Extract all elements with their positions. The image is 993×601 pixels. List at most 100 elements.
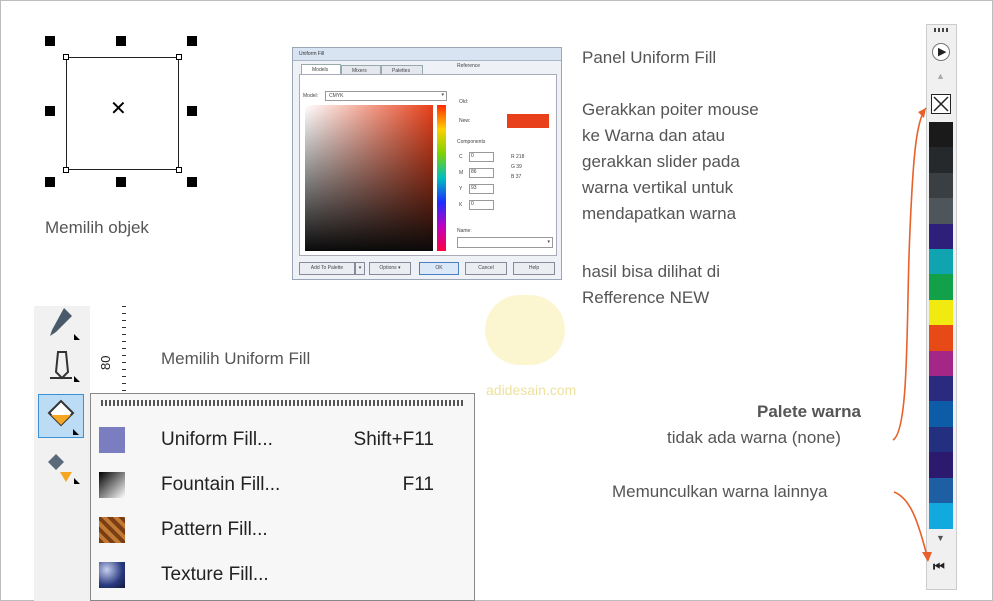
rgb-value: 37 [515,174,522,180]
flyout-drag-handle[interactable] [101,400,463,406]
outline-pen-icon [50,351,80,382]
rgb-key: R [511,154,515,160]
watermark-text: adidesain.com [486,382,577,398]
selection-handle[interactable] [116,177,126,187]
color-slider[interactable] [437,105,446,251]
selection-handle[interactable] [187,177,197,187]
help-button[interactable]: Help [513,262,555,275]
palette-annotation-title: Palete warna [757,402,861,421]
arrow-to-more-button [893,491,929,561]
color-field[interactable] [305,105,433,251]
menu-item-label: Pattern Fill... [161,519,268,540]
vertical-ruler: 80 [92,306,132,392]
add-to-palette-button[interactable]: Add To Palette [299,262,355,275]
button-label: Cancel [478,265,494,271]
corner-node [63,167,69,173]
model-select[interactable]: CMYK ▾ [325,91,447,101]
rgb-r: R 218 [511,154,524,160]
annotation-arrows [892,107,932,562]
magenta-row[interactable]: M 86 [459,168,499,178]
rgb-g: G 39 [511,164,522,170]
menu-item-shortcut: F11 [402,474,434,495]
menu-item-uniform-fill[interactable]: Uniform Fill... Shift+F11 [91,421,474,461]
uniform-fill-icon [99,427,125,453]
component-value: 0 [469,152,494,162]
button-label: Add To Palette [310,265,344,271]
palette-annotation-none: tidak ada warna (none) [667,428,841,447]
dialog-title: Uniform Fill [299,51,325,57]
instruction-line: mendapatkan warna [582,204,737,223]
selection-handle[interactable] [45,36,55,46]
corner-node [63,54,69,60]
chevron-down-icon: ▾ [547,239,550,245]
black-row[interactable]: K 0 [459,200,499,210]
eyedropper-icon [50,308,80,340]
menu-item-label: Texture Fill... [161,564,269,585]
selection-handle[interactable] [45,177,55,187]
name-combo[interactable]: ▾ [457,237,553,248]
uniform-fill-dialog: Uniform Fill Models Mixers Palettes Mode… [292,47,562,280]
rgb-value: 218 [516,154,525,160]
panel-title: Panel Uniform Fill [582,48,717,67]
palette-annotation-more: Memunculkan warna lainnya [612,482,828,501]
interactive-fill-icon [48,454,80,484]
instruction-line: Gerakkan poiter mouse [582,100,759,119]
tab-label: Models [312,67,329,73]
cancel-button[interactable]: Cancel [465,262,507,275]
chevron-down-icon: ▾ [441,92,444,98]
component-key: M [459,170,464,176]
result-line: Refference NEW [582,288,710,307]
rgb-b: B 37 [511,174,521,180]
dialog-titlebar: Uniform Fill [293,48,561,61]
watermark-logo-icon [485,295,565,365]
new-label: New: [459,118,471,124]
fill-caption: Memilih Uniform Fill [161,349,311,368]
component-value: 86 [469,168,494,178]
ok-button[interactable]: OK [419,262,459,275]
palette-options-button[interactable]: ▶ [932,43,950,61]
component-key: K [459,202,463,208]
rgb-key: B [511,174,515,180]
options-button[interactable]: Options ▾ [369,262,411,275]
instruction-line: gerakkan slider pada [582,152,740,171]
name-label: Name: [457,228,472,234]
eyedropper-tool-button[interactable] [38,306,84,346]
selection-handle[interactable] [45,106,55,116]
fill-flyout-menu: Uniform Fill... Shift+F11 Fountain Fill.… [90,393,475,601]
component-key: C [459,154,463,160]
rgb-key: G [511,164,515,170]
menu-item-label: Fountain Fill... [161,474,281,495]
component-value: 0 [469,200,494,210]
outline-tool-button[interactable] [38,346,84,386]
corner-node [176,167,182,173]
texture-fill-icon [99,562,125,588]
fill-bucket-icon [47,399,79,435]
rgb-value: 39 [516,164,522,170]
button-label: Help [528,265,540,271]
fill-tool-button[interactable] [38,394,84,438]
menu-item-shortcut: Shift+F11 [353,429,434,450]
component-value: 93 [469,184,494,194]
palette-grip[interactable] [934,28,950,32]
ruler-label: 80 [98,355,113,370]
cyan-row[interactable]: C 0 [459,152,499,162]
button-label: OK [435,265,443,271]
fountain-fill-icon [99,472,125,498]
selection-handle[interactable] [187,36,197,46]
instruction-line: ke Warna dan atau [582,126,726,145]
play-icon: ▶ [938,46,947,58]
button-label: Options [379,265,397,271]
add-to-palette-arrow-button[interactable]: ▾ [355,262,365,275]
menu-item-fountain-fill[interactable]: Fountain Fill... F11 [91,466,474,506]
interactive-fill-tool-button[interactable] [38,448,84,488]
selection-handle[interactable] [187,106,197,116]
scroll-up-button[interactable]: ▲ [936,71,945,81]
ruler-ticks [122,306,126,392]
menu-item-texture-fill[interactable]: Texture Fill... [91,556,474,596]
components-label: Components [457,139,486,145]
selection-handle[interactable] [116,36,126,46]
arrow-to-none-swatch [892,107,927,441]
menu-item-pattern-fill[interactable]: Pattern Fill... [91,511,474,551]
yellow-row[interactable]: Y 93 [459,184,499,194]
center-x-icon: ✕ [110,98,127,120]
